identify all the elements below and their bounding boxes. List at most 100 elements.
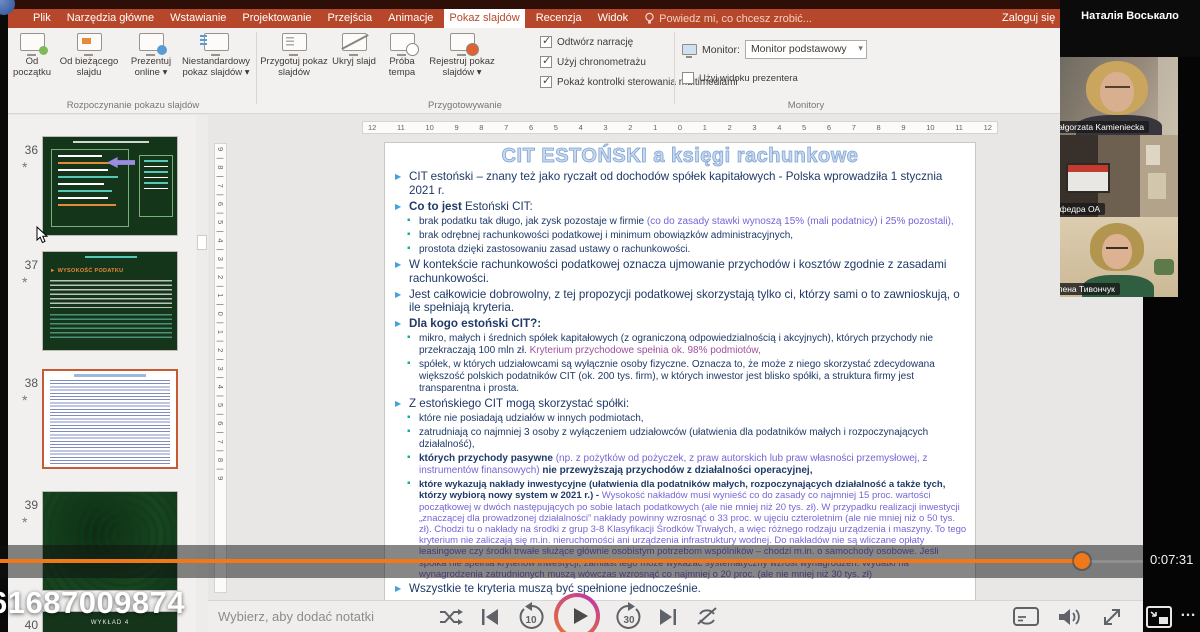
previous-button[interactable]	[478, 604, 502, 630]
slide-number: 39	[14, 498, 38, 512]
tab-narzędzia-główne[interactable]: Narzędzia główne	[62, 9, 159, 28]
slide-number: 36	[14, 143, 38, 157]
horizontal-ruler: 1211109876543210123456789101112	[362, 121, 998, 134]
checkbox-icon	[682, 72, 694, 84]
vertical-ruler: 9 | 8 | 7 | 6 | 5 | 4 | 3 | 2 | 1 | 0 | …	[214, 143, 227, 593]
slide-thumbnail-39[interactable]: 39 *	[8, 488, 196, 594]
slideshow-icon	[390, 33, 415, 51]
animation-star-icon: *	[22, 274, 27, 290]
scrollbar-thumb[interactable]	[197, 235, 207, 250]
ribbon-group-set-up: Przygotuj pokaz slajdówUkryj slajd Próba …	[258, 28, 672, 113]
ribbon-button-label: Ukryj slajd	[332, 57, 376, 68]
tab-recenzja[interactable]: Recenzja	[531, 9, 587, 28]
powerpoint-window: Plik Narzędzia główne Wstawianie Projektowa…	[0, 0, 1143, 632]
checkbox-label: Odtwórz narrację	[557, 37, 633, 48]
slideshow-icon	[342, 33, 367, 51]
svg-text:10: 10	[525, 615, 537, 626]
tab-wstawianie[interactable]: Wstawianie	[165, 9, 231, 28]
checkbox-icon	[540, 36, 552, 48]
slide-bullet: których przychody pasywne (np. z pożytkó…	[393, 453, 967, 477]
repeat-off-button[interactable]	[694, 604, 720, 630]
slide-thumbnail-37[interactable]: 37*► WYSOKOŚĆ PODATKU	[8, 248, 196, 354]
ribbon-button-label: Od początku	[12, 57, 52, 79]
forward-30-button[interactable]: 30	[614, 602, 644, 632]
picture-in-picture-button[interactable]	[1146, 606, 1172, 628]
progress-handle[interactable]	[1074, 553, 1090, 569]
ribbon-group-monitors: Monitor: Monitor podstawowy Użyj widoku …	[676, 28, 936, 113]
monitor-label: Monitor:	[702, 44, 740, 56]
ribbon-button[interactable]: Od początku	[10, 28, 54, 98]
rewind-10-button[interactable]: 10	[516, 602, 546, 632]
subtitles-button[interactable]	[1013, 607, 1039, 627]
participant-name: Наталія Воськало	[1060, 0, 1200, 22]
slide-bullet: zatrudniają co najmniej 3 osoby z wyłącz…	[393, 427, 967, 451]
vertical-ruler-numbers: 9 | 8 | 7 | 6 | 5 | 4 | 3 | 2 | 1 | 0 | …	[216, 147, 225, 482]
tab-plik[interactable]: Plik	[28, 9, 56, 28]
slide-canvas[interactable]: CIT ESTOŃSKI a księgi rachunkowe CIT est…	[385, 143, 975, 600]
tab-animacje[interactable]: Animacje	[383, 9, 438, 28]
ribbon-group-start-slideshow: Od początkuOd bieżącego slajduPrezentuj …	[10, 28, 256, 113]
mouse-cursor	[36, 226, 50, 244]
participant-name: Олена Тивончук	[1060, 283, 1120, 295]
play-button[interactable]	[554, 593, 600, 632]
tell-me-placeholder: Powiedz mi, co chcesz zrobić...	[659, 13, 812, 25]
next-button[interactable]	[656, 604, 680, 630]
ribbon-button[interactable]: Przygotuj pokaz slajdów	[258, 28, 330, 98]
more-options-button[interactable]: …	[1180, 603, 1197, 621]
ribbon-button[interactable]: Rejestruj pokaz slajdów ▾	[426, 28, 498, 98]
shuffle-button[interactable]	[437, 604, 463, 630]
ribbon-button[interactable]: Próba tempa	[378, 28, 426, 98]
participant-tile: Олена Тивончук	[1060, 217, 1178, 297]
volume-button[interactable]	[1057, 605, 1083, 629]
progress-bar-remaining[interactable]	[1090, 560, 1143, 563]
video-player-frame: Plik Narzędzia główne Wstawianie Projektowa…	[0, 0, 1200, 632]
watermark-id-number: 61687009874	[0, 585, 185, 621]
slideshow-icon	[450, 33, 475, 51]
letterbox-left	[0, 0, 8, 632]
slide-bullet: Dla kogo estoński CIT?:	[393, 317, 967, 331]
slide-bullet: mikro, małych i średnich spółek kapitało…	[393, 333, 967, 357]
window-titlebar	[0, 0, 1143, 9]
tab-pokaz-slajdów[interactable]: Pokaz slajdów	[444, 9, 524, 28]
ribbon-button[interactable]: Ukryj slajd	[330, 28, 378, 98]
tab-projektowanie[interactable]: Projektowanie	[237, 9, 316, 28]
ribbon-button[interactable]: Prezentuj online ▾	[124, 28, 178, 98]
animation-star-icon: *	[22, 514, 27, 530]
slide-bullet: brak odrębnej rachunkowości podatkowej i…	[393, 230, 967, 242]
slide-body: CIT estoński – znany też jako ryczałt od…	[393, 170, 967, 596]
sign-in-link[interactable]: Zaloguj się	[1002, 9, 1055, 28]
tab-przejścia[interactable]: Przejścia	[323, 9, 378, 28]
slide-thumbnail-38[interactable]: 38*	[8, 366, 196, 472]
checkbox-label: Użyj widoku prezentera	[699, 73, 798, 84]
tab-widok[interactable]: Widok	[593, 9, 634, 28]
notes-placeholder[interactable]: Wybierz, aby dodać notatki	[218, 609, 374, 624]
ribbon-checkbox[interactable]: Użyj widoku prezentera	[682, 72, 798, 84]
progress-bar-filled[interactable]	[0, 559, 1082, 563]
ribbon-group-label: Monitory	[676, 100, 936, 111]
checkbox-label: Użyj chronometrażu	[557, 57, 646, 68]
playback-time: 0:07:31	[1150, 552, 1193, 567]
ribbon-button-label: Prezentuj online ▾	[126, 57, 176, 79]
participant-tile-camera-off: Наталія Воськало	[1060, 0, 1200, 57]
animation-star-icon: *	[22, 159, 27, 175]
monitor-icon	[682, 44, 697, 55]
tell-me-box[interactable]: Powiedz mi, co chcesz zrobić...	[644, 9, 812, 28]
ribbon-button[interactable]: Od bieżącego slajdu	[54, 28, 124, 98]
slide-title: CIT ESTOŃSKI a księgi rachunkowe	[393, 145, 967, 168]
participant-name: Małgorzata Kamieniecka	[1060, 121, 1149, 133]
ribbon-button-label: Od bieżącego slajdu	[56, 57, 122, 79]
participant-strip: Наталія Воськало Małgorzata Kamieniecka …	[1060, 0, 1200, 297]
slideshow-icon	[77, 33, 102, 51]
ribbon-button[interactable]: Niestandardowy pokaz slajdów ▾	[178, 28, 254, 98]
lightbulb-icon	[644, 12, 655, 25]
slide-thumbnail-36[interactable]: 36 *	[8, 133, 196, 239]
ribbon-button-label: Próba tempa	[380, 57, 424, 79]
slideshow-icon	[20, 33, 45, 51]
slide-bullet: Jest całkowicie dobrowolny, z tej propoz…	[393, 288, 967, 316]
slide-bullet: prostota dzięki zastosowaniu zasad ustaw…	[393, 244, 967, 256]
participant-name: кафедра ОА	[1060, 203, 1105, 215]
glasses	[1105, 86, 1130, 93]
monitor-dropdown[interactable]: Monitor podstawowy	[745, 40, 867, 59]
fullscreen-button[interactable]	[1100, 605, 1124, 629]
ribbon-group-label: Przygotowywanie	[258, 100, 672, 111]
